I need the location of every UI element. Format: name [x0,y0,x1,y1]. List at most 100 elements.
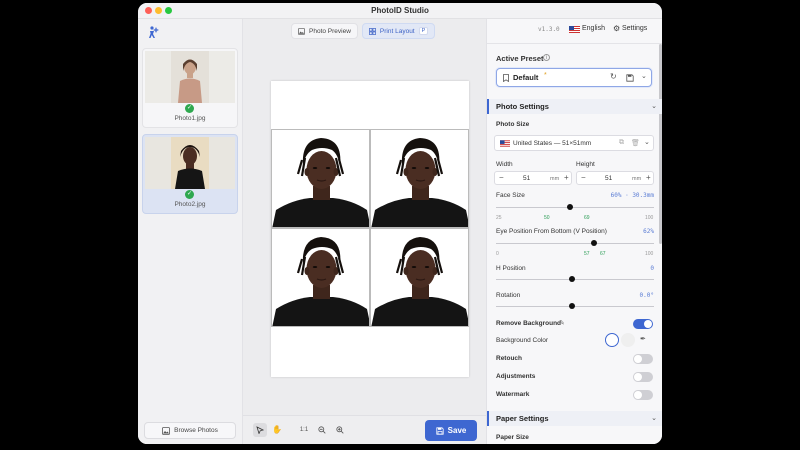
photo-thumbnail [145,137,235,189]
remove-background-label: Remove Background [496,320,562,327]
face-size-readout: 60% · 30.3mm [610,192,654,199]
tab-photo-preview[interactable]: Photo Preview [291,23,358,39]
hand-tool-button[interactable]: ✋ [270,423,284,437]
delete-icon[interactable]: 🗑 [631,139,640,147]
title-bar: PhotoID Studio [138,3,662,19]
adjustments-label: Adjustments [496,373,536,380]
cursor-arrow-icon [256,426,265,435]
increment-height-button[interactable]: + [646,173,651,182]
face-size-label: Face Size [496,192,525,199]
tab-label: Photo Preview [309,27,351,35]
save-icon [436,426,444,435]
top-bar: v1.3.0 English ⚙ Settings [487,19,662,41]
zoom-out-button[interactable] [315,423,329,437]
preset-selector[interactable]: Default * ↻ ⌄ [496,68,652,87]
eye-position-label: Eye Position From Bottom (V Position) [496,228,607,235]
face-size-slider[interactable] [496,207,654,208]
photo-thumbnail-card[interactable]: ✓ Photo1.jpg [142,48,238,128]
photo-filename: Photo1.jpg [174,115,206,122]
face-size-slider-handle[interactable] [566,204,573,210]
paper-settings-header[interactable]: Paper Settings ⌄ [487,411,662,426]
photo-size-label: Photo Size [496,121,530,128]
browse-photos-button[interactable]: Browse Photos [144,422,236,439]
height-value[interactable]: 51 [605,175,612,182]
rotation-slider-handle[interactable] [569,303,575,309]
eyedropper-icon[interactable]: ✒ [640,335,646,343]
photo-filename: Photo2.jpg [174,201,206,208]
print-photo[interactable] [271,228,370,327]
face-size-mark: 50 [544,215,550,221]
tab-print-layout[interactable]: Print Layout P [361,23,436,39]
bookmark-icon [503,74,509,82]
rotation-slider[interactable] [496,306,654,307]
eye-position-readout: 62% [643,228,654,235]
image-icon [298,27,305,35]
section-title: Photo Settings [496,102,549,111]
settings-panel: v1.3.0 English ⚙ Settings Active Preset … [486,19,662,444]
paper-size-label: Paper Size [496,434,529,441]
increment-width-button[interactable]: + [564,173,569,182]
save-button[interactable]: Save [425,420,477,441]
width-label: Width [496,161,513,168]
zoom-in-icon [336,426,344,434]
height-label: Height [576,161,595,168]
image-icon [162,426,171,435]
decrement-height-button[interactable]: − [581,173,586,182]
language-selector[interactable]: English [582,25,605,32]
photo-size-select[interactable]: United States — 51×51mm ⧉ 🗑 ⌄ [494,135,654,151]
eye-position-slider[interactable] [496,243,654,244]
chevron-down-icon[interactable]: ⌄ [641,72,647,80]
photo-settings-header[interactable]: Photo Settings ⌄ [487,99,662,114]
face-size-min: 25 [496,215,502,221]
rotation-label: Rotation [496,292,521,299]
active-preset-label: Active Preset [496,54,544,63]
save-preset-icon[interactable] [626,74,634,82]
grid-icon [369,27,376,35]
h-position-readout: 0 [650,265,654,272]
scrollbar[interactable] [659,44,662,244]
chevron-down-icon: ⌄ [651,415,657,422]
print-photo[interactable] [271,129,370,228]
reset-icon[interactable]: ↻ [610,72,617,81]
edit-icon[interactable]: ✎ [559,319,565,327]
h-position-slider[interactable] [496,279,654,280]
chevron-down-icon: ⌄ [644,139,650,146]
window-title: PhotoID Studio [371,6,429,15]
info-icon: i [543,54,550,61]
background-swatch-white[interactable] [605,333,619,347]
eye-position-min: 0 [496,251,499,257]
height-stepper[interactable]: − 51 mm + [576,171,654,185]
retouch-toggle[interactable] [633,354,653,364]
actual-size-button[interactable]: 1:1 [297,423,311,437]
us-flag-icon [569,26,580,33]
preview-area: Photo Preview Print Layout P ✋ 1:1 Save [243,19,486,444]
remove-background-toggle[interactable] [633,319,653,329]
settings-button[interactable]: Settings [622,25,647,32]
zoom-in-button[interactable] [333,423,347,437]
tab-label: Print Layout [379,27,415,35]
gear-icon: ⚙ [613,24,621,33]
print-photo[interactable] [370,228,469,327]
settings-scroll-area[interactable]: Active Preset i Default * ↻ ⌄ Photo Sett… [487,43,662,444]
save-label: Save [447,426,467,435]
print-photo[interactable] [370,129,469,228]
retouch-label: Retouch [496,355,522,362]
modified-marker: * [544,72,547,79]
app-window: PhotoID Studio ✓ Photo1.jpg ✓ Photo2.jpg… [138,3,662,444]
h-position-slider-handle[interactable] [569,276,575,282]
copy-icon[interactable]: ⧉ [619,139,624,147]
background-swatch-light-gray[interactable] [621,333,635,347]
adjustments-toggle[interactable] [633,372,653,382]
decrement-width-button[interactable]: − [499,173,504,182]
photo-thumbnail-card-selected[interactable]: ✓ Photo2.jpg [142,134,238,214]
face-size-max: 100 [645,215,654,221]
width-value[interactable]: 51 [523,175,530,182]
width-stepper[interactable]: − 51 mm + [494,171,572,185]
height-unit: mm [632,176,642,182]
view-tabs: Photo Preview Print Layout P [291,23,436,39]
eye-position-slider-handle[interactable] [590,240,597,246]
actual-size-label: 1:1 [299,427,309,433]
watermark-toggle[interactable] [633,390,653,400]
chevron-down-icon: ⌄ [651,103,657,110]
select-tool-button[interactable] [253,423,267,437]
